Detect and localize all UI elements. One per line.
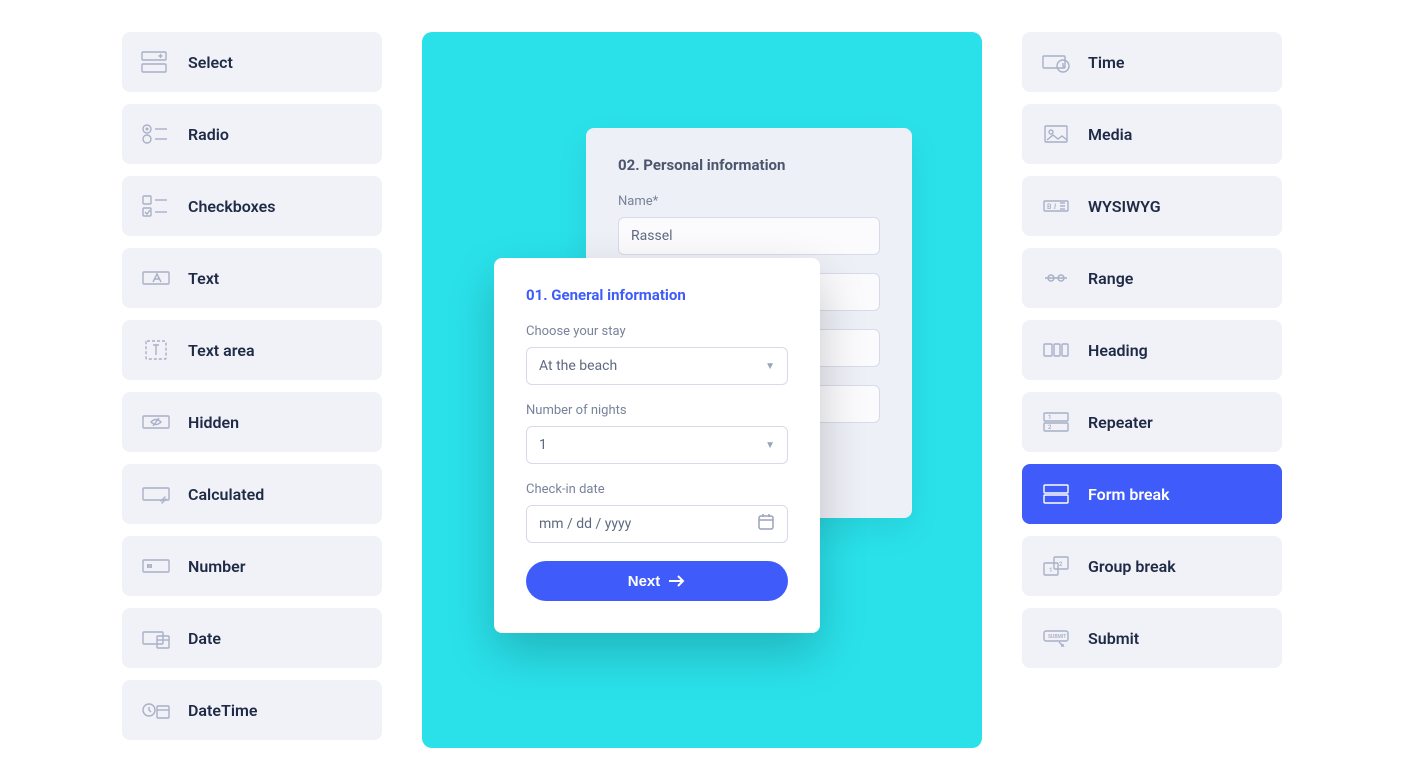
svg-text:B: B [1047,203,1052,211]
range-icon [1040,264,1072,292]
textarea-icon [140,336,172,364]
widget-checkboxes[interactable]: Checkboxes [122,176,382,236]
widget-label: Media [1088,125,1132,144]
heading-icon [1040,336,1072,364]
widget-label: Form break [1088,485,1170,504]
svg-text:I: I [1054,203,1056,211]
widget-label: Select [188,53,233,72]
widget-date[interactable]: Date [122,608,382,668]
widget-label: Text area [188,341,255,360]
widget-label: Time [1088,53,1125,72]
widget-label: Hidden [188,413,239,432]
right-widget-list: Time Media BI WYSIWYG Range Heading [1022,32,1282,668]
name-value: Rassel [631,228,673,244]
widget-label: Heading [1088,341,1148,360]
widget-label: Range [1088,269,1133,288]
widget-number[interactable]: Number [122,536,382,596]
checkin-placeholder: mm / dd / yyyy [539,516,631,532]
next-button[interactable]: Next [526,561,788,601]
arrow-right-icon [668,574,686,588]
svg-text:1: 1 [1048,414,1051,421]
widget-label: Submit [1088,629,1139,648]
calculated-icon [140,480,172,508]
widget-calculated[interactable]: Calculated [122,464,382,524]
time-icon [1040,48,1072,76]
select-icon [140,48,172,76]
submit-icon: SUBMIT [1040,624,1072,652]
datetime-icon [140,696,172,724]
widget-label: Radio [188,125,229,144]
widget-label: Repeater [1088,413,1153,432]
svg-text:1: 1 [1049,567,1052,574]
widget-wysiwyg[interactable]: BI WYSIWYG [1022,176,1282,236]
number-icon [140,552,172,580]
form-step-1-card: 01. General information Choose your stay… [494,258,820,633]
svg-text:2: 2 [1059,561,1063,568]
widget-time[interactable]: Time [1022,32,1282,92]
widget-label: Text [188,269,219,288]
widget-label: Number [188,557,246,576]
widget-text[interactable]: Text [122,248,382,308]
calendar-icon [757,513,775,535]
text-icon [140,264,172,292]
nights-value: 1 [539,437,547,453]
stay-select[interactable]: At the beach ▼ [526,347,788,385]
groupbreak-icon: 12 [1040,552,1072,580]
widget-hidden[interactable]: Hidden [122,392,382,452]
hidden-icon [140,408,172,436]
widget-textarea[interactable]: Text area [122,320,382,380]
widget-media[interactable]: Media [1022,104,1282,164]
widget-label: Group break [1088,557,1176,576]
step1-title: 01. General information [526,286,788,304]
widget-label: Checkboxes [188,197,275,216]
stay-value: At the beach [539,358,617,374]
next-label: Next [628,573,661,590]
svg-text:SUBMIT: SUBMIT [1048,634,1066,640]
widget-range[interactable]: Range [1022,248,1282,308]
widget-label: Calculated [188,485,264,504]
checkin-label: Check-in date [526,482,788,497]
stay-label: Choose your stay [526,324,788,339]
left-widget-list: Select Radio Checkboxes Text Text area [122,32,382,740]
widget-groupbreak[interactable]: 12 Group break [1022,536,1282,596]
radio-icon [140,120,172,148]
widget-formbreak[interactable]: Form break [1022,464,1282,524]
widget-submit[interactable]: SUBMIT Submit [1022,608,1282,668]
formbreak-icon [1040,480,1072,508]
widget-datetime[interactable]: DateTime [122,680,382,740]
step2-title: 02. Personal information [618,156,880,174]
widget-label: WYSIWYG [1088,197,1161,216]
wysiwyg-icon: BI [1040,192,1072,220]
widget-heading[interactable]: Heading [1022,320,1282,380]
chevron-down-icon: ▼ [765,440,775,451]
widget-radio[interactable]: Radio [122,104,382,164]
widget-repeater[interactable]: 12 Repeater [1022,392,1282,452]
widget-label: Date [188,629,221,648]
svg-text:2: 2 [1048,424,1052,431]
date-icon [140,624,172,652]
nights-select[interactable]: 1 ▼ [526,426,788,464]
media-icon [1040,120,1072,148]
checkin-input[interactable]: mm / dd / yyyy [526,505,788,543]
checkboxes-icon [140,192,172,220]
chevron-down-icon: ▼ [765,361,775,372]
name-label: Name* [618,194,880,209]
form-canvas: 02. Personal information Name* Rassel 01… [422,32,982,748]
widget-label: DateTime [188,701,258,720]
name-input[interactable]: Rassel [618,217,880,255]
nights-label: Number of nights [526,403,788,418]
repeater-icon: 12 [1040,408,1072,436]
widget-select[interactable]: Select [122,32,382,92]
